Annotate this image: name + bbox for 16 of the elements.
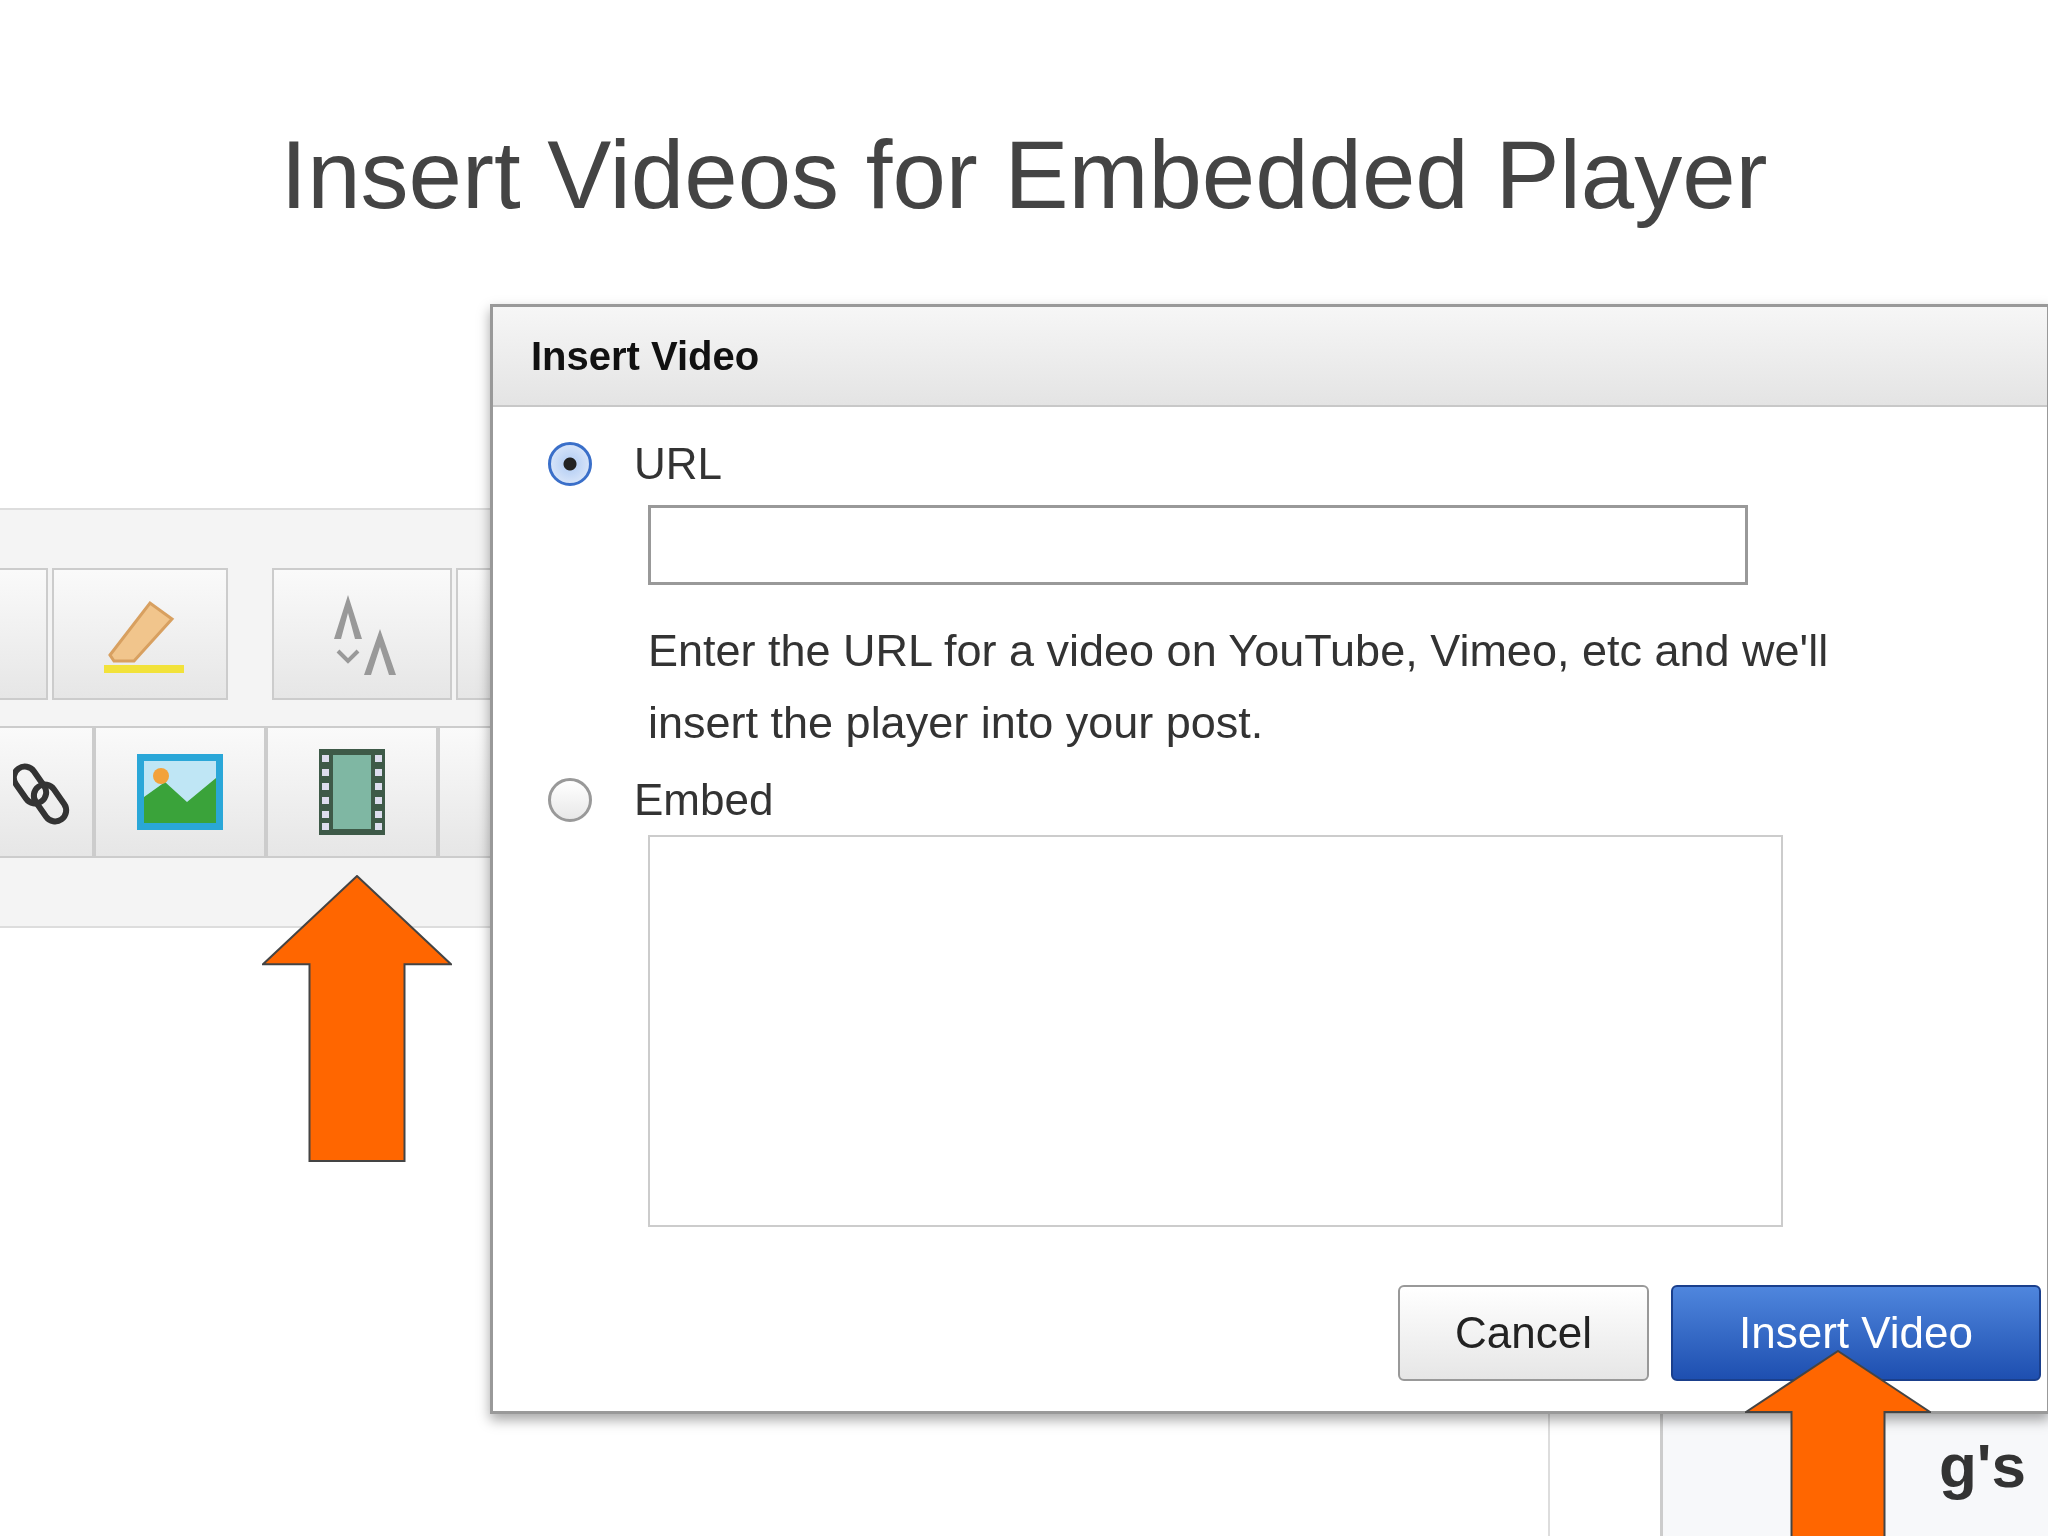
- insert-button[interactable]: Insert Video: [1671, 1285, 2041, 1381]
- radio-button[interactable]: [548, 442, 592, 486]
- option-label: Embed: [634, 775, 774, 825]
- toolbar-button[interactable]: [0, 726, 94, 858]
- url-field[interactable]: [648, 505, 1748, 585]
- slide-title: Insert Videos for Embedded Player: [279, 120, 1769, 230]
- radio-button[interactable]: [548, 778, 592, 822]
- embed-field[interactable]: [648, 835, 1783, 1227]
- image-icon: [135, 752, 225, 832]
- cancel-button[interactable]: Cancel: [1398, 1285, 1649, 1381]
- film-icon: [317, 747, 387, 837]
- option-label: URL: [634, 439, 723, 489]
- panel-text: g's: [1939, 1430, 2027, 1501]
- help-text: Enter the URL for a video on YouTube, Vimeo, etc and we'll insert the player into your post.: [648, 624, 1830, 750]
- toolbar-button[interactable]: [266, 726, 438, 858]
- dialog-title: Insert Video: [531, 333, 760, 379]
